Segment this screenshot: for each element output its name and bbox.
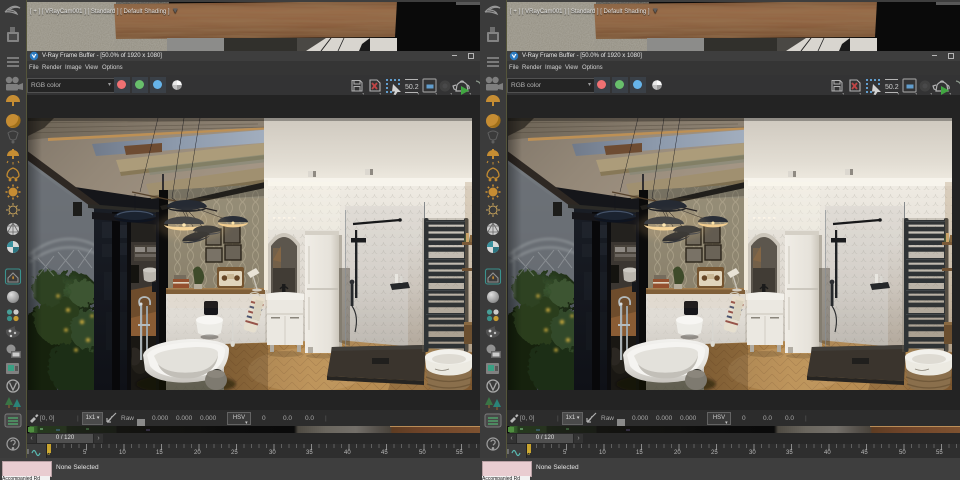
- svg-text:50.2: 50.2: [405, 84, 419, 91]
- svg-text:50.2: 50.2: [885, 84, 899, 91]
